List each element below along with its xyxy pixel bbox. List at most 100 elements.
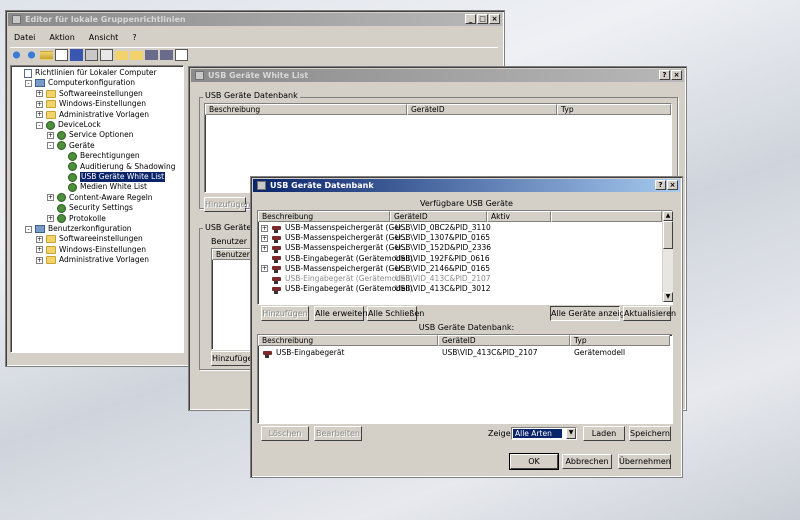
- expand-icon[interactable]: +: [36, 256, 43, 264]
- tree-item[interactable]: + Administrative Vorlagen: [36, 110, 149, 120]
- maximize-button[interactable]: □: [477, 14, 488, 24]
- device-row[interactable]: USB-Eingabegerät (Gerätemodell) USB\VID_4…: [260, 284, 660, 294]
- show-tree-icon[interactable]: [55, 49, 68, 61]
- close-button[interactable]: ×: [667, 180, 678, 190]
- avail-col-aktiv[interactable]: Aktiv: [487, 211, 551, 222]
- properties-icon[interactable]: [85, 49, 98, 61]
- expand-icon[interactable]: +: [36, 90, 43, 98]
- device-row[interactable]: + USB-Massenspeichergerät (Ger... USB\VID_…: [260, 223, 660, 233]
- scroll-thumb[interactable]: [663, 221, 673, 249]
- forward-icon[interactable]: [25, 49, 38, 61]
- col-typ[interactable]: Typ: [557, 104, 671, 115]
- ok-button[interactable]: OK: [509, 453, 559, 470]
- save-icon[interactable]: [145, 50, 158, 60]
- whitelist-titlebar[interactable]: USB Geräte White List ? ×: [191, 69, 684, 82]
- dialog-add-button[interactable]: Hinzufügen: [261, 306, 309, 321]
- device-row[interactable]: USB-Eingabegerät (Gerätemodell) USB\VID_1…: [260, 254, 660, 264]
- tree-item[interactable]: + Windows-Einstellungen: [36, 99, 146, 109]
- menu-aktion[interactable]: Aktion: [49, 33, 74, 42]
- tree-item[interactable]: Medien White List: [58, 182, 147, 192]
- collapse-all-button[interactable]: Alle Schließen: [367, 306, 424, 321]
- export-icon[interactable]: [100, 49, 113, 61]
- refresh-button[interactable]: Aktualisieren: [623, 306, 676, 321]
- db-row[interactable]: USB-Eingabegerät USB\VID_413C&PID_2107 G…: [260, 348, 670, 358]
- expand-icon[interactable]: +: [261, 265, 268, 273]
- tree-item[interactable]: - DeviceLock: [36, 120, 101, 130]
- help-button[interactable]: ?: [659, 70, 670, 80]
- show-all-devices-button[interactable]: Alle Geräte anzeigen: [550, 306, 635, 321]
- tree-item[interactable]: + Protokolle: [47, 214, 106, 224]
- gpedit-titlebar[interactable]: Editor für lokale Gruppenrichtlinien _ □…: [8, 13, 502, 26]
- apply-button[interactable]: Übernehmen: [618, 454, 671, 469]
- minimize-button[interactable]: _: [465, 14, 476, 24]
- tree-item[interactable]: + Windows-Einstellungen: [36, 245, 146, 255]
- tree-item[interactable]: Richtlinien für Lokaler Computer: [14, 68, 157, 78]
- expand-icon[interactable]: +: [261, 234, 268, 242]
- tree-item[interactable]: + Service Optionen: [47, 130, 134, 140]
- db-list[interactable]: Beschreibung GeräteID Typ USB-Eingabeger…: [257, 334, 673, 424]
- open-folder-icon[interactable]: [115, 50, 128, 60]
- up-folder-icon[interactable]: [40, 50, 53, 60]
- expand-icon[interactable]: +: [47, 215, 54, 223]
- open-folder-icon-2[interactable]: [130, 50, 143, 60]
- menu-help[interactable]: ?: [132, 33, 136, 42]
- db-col-geraeteid[interactable]: GeräteID: [438, 335, 570, 346]
- users-add-button[interactable]: Hinzufügen: [211, 351, 258, 366]
- device-row[interactable]: USB-Eingabegerät (Gerätemodell) USB\VID_4…: [260, 274, 660, 284]
- save-icon-2[interactable]: [160, 50, 173, 60]
- show-select[interactable]: Alle Arten ▼: [511, 427, 577, 440]
- tree-item[interactable]: Berechtigungen: [58, 151, 140, 161]
- chevron-down-icon[interactable]: ▼: [566, 428, 576, 439]
- collapse-icon[interactable]: -: [25, 79, 32, 87]
- expand-icon[interactable]: +: [47, 194, 54, 202]
- load-button[interactable]: Laden: [583, 426, 625, 441]
- expand-icon[interactable]: +: [47, 131, 54, 139]
- avail-scrollbar[interactable]: ▲ ▼: [662, 211, 673, 302]
- help-icon[interactable]: [70, 49, 83, 61]
- policy-tree[interactable]: Richtlinien für Lokaler Computer - Compute…: [10, 65, 184, 353]
- expand-all-button[interactable]: Alle erweitern: [314, 306, 371, 321]
- expand-icon[interactable]: +: [36, 246, 43, 254]
- collapse-icon[interactable]: -: [25, 225, 32, 233]
- tree-item[interactable]: Auditierung & Shadowing: [58, 162, 176, 172]
- help-button[interactable]: ?: [655, 180, 666, 190]
- tree-item[interactable]: - Computerkonfiguration: [25, 78, 135, 88]
- collapse-icon[interactable]: -: [47, 142, 54, 150]
- col-geraeteid[interactable]: GeräteID: [407, 104, 557, 115]
- delete-button[interactable]: Löschen: [261, 426, 309, 441]
- device-row[interactable]: + USB-Massenspeichergerät (Ger... USB\VID_…: [260, 264, 660, 274]
- tree-item[interactable]: + Softwareeinstellungen: [36, 89, 143, 99]
- close-button[interactable]: ×: [489, 14, 500, 24]
- expand-icon[interactable]: +: [36, 235, 43, 243]
- avail-col-beschreibung[interactable]: Beschreibung: [258, 211, 390, 222]
- collapse-icon[interactable]: -: [36, 121, 43, 129]
- expand-icon[interactable]: +: [36, 111, 43, 119]
- tree-item[interactable]: - Geräte: [47, 141, 95, 151]
- notes-icon[interactable]: [175, 49, 188, 61]
- tree-item[interactable]: - Benutzerkonfiguration: [25, 224, 132, 234]
- available-devices-list[interactable]: Beschreibung GeräteID Aktiv + USB-Massens…: [257, 210, 673, 305]
- expand-icon[interactable]: +: [36, 100, 43, 108]
- save-button[interactable]: Speichern: [629, 426, 671, 441]
- device-row[interactable]: + USB-Massenspeichergerät (Ger... USB\VID_…: [260, 233, 660, 243]
- close-button[interactable]: ×: [671, 70, 682, 80]
- tree-item[interactable]: + Content-Aware Regeln: [47, 193, 153, 203]
- tree-item[interactable]: + Administrative Vorlagen: [36, 255, 149, 265]
- db-col-typ[interactable]: Typ: [570, 335, 670, 346]
- scroll-up-button[interactable]: ▲: [663, 211, 673, 221]
- back-icon[interactable]: [10, 49, 23, 61]
- whitelist-add-button[interactable]: Hinzufügen: [204, 197, 251, 212]
- device-row[interactable]: + USB-Massenspeichergerät (Ger... USB\VID_…: [260, 243, 660, 253]
- db-col-beschreibung[interactable]: Beschreibung: [258, 335, 438, 346]
- expand-icon[interactable]: +: [261, 244, 268, 252]
- tree-item[interactable]: USB Geräte White List: [58, 172, 166, 182]
- expand-icon[interactable]: +: [261, 224, 268, 232]
- tree-item[interactable]: Security Settings: [47, 203, 133, 213]
- avail-col-geraeteid[interactable]: GeräteID: [390, 211, 487, 222]
- menu-ansicht[interactable]: Ansicht: [89, 33, 119, 42]
- menu-datei[interactable]: Datei: [14, 33, 35, 42]
- edit-button[interactable]: Bearbeiten: [314, 426, 362, 441]
- cancel-button[interactable]: Abbrechen: [562, 454, 612, 469]
- tree-item[interactable]: + Softwareeinstellungen: [36, 234, 143, 244]
- scroll-down-button[interactable]: ▼: [663, 292, 673, 302]
